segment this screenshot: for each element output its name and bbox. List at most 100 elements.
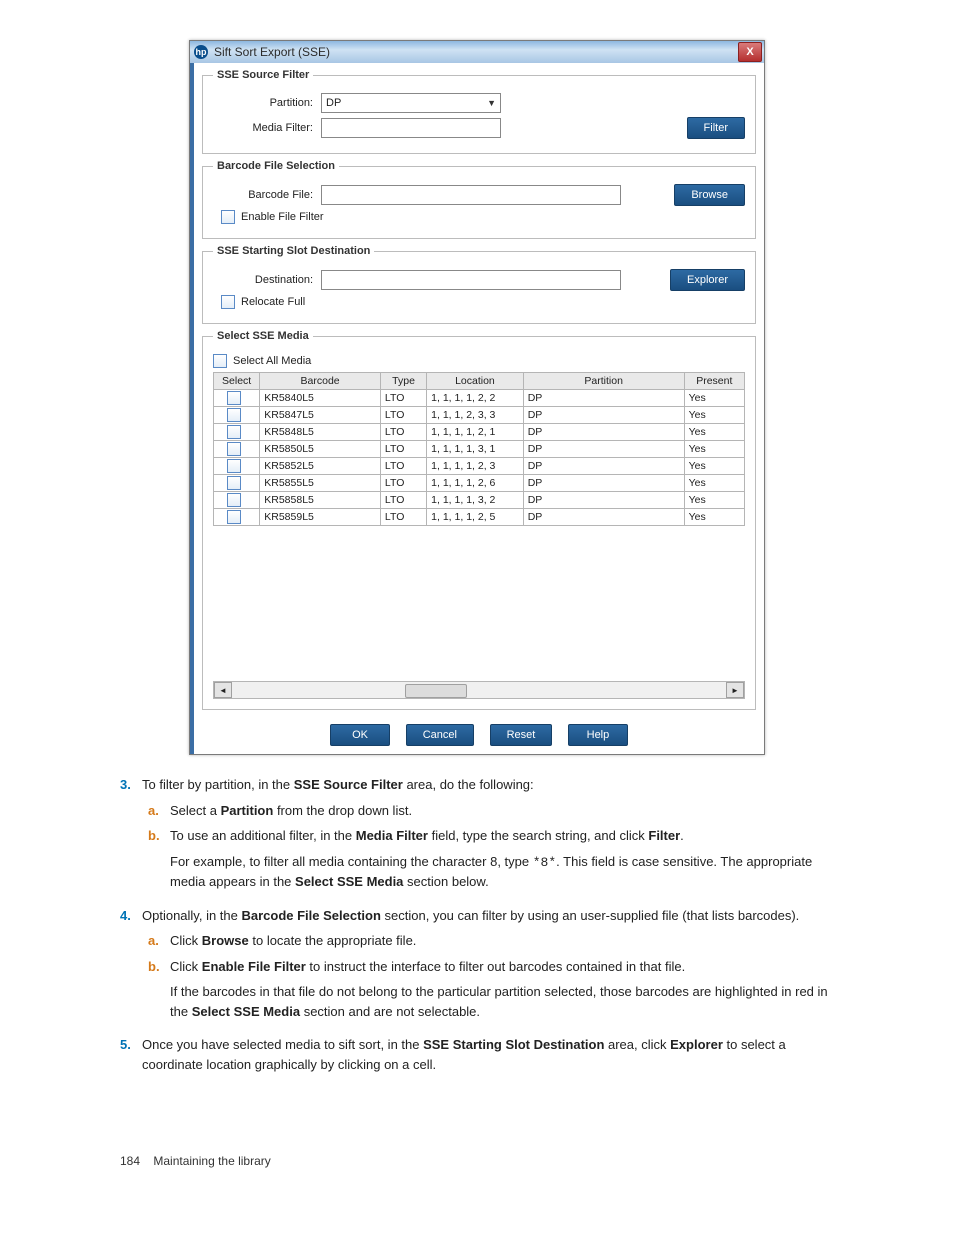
row-checkbox[interactable] (227, 408, 241, 422)
cell-type: LTO (380, 424, 426, 441)
barcode-file-input[interactable] (321, 185, 621, 205)
cancel-button[interactable]: Cancel (406, 724, 474, 746)
cell-present: Yes (684, 407, 744, 424)
cell-location: 1, 1, 1, 1, 2, 2 (427, 390, 524, 407)
destination-input[interactable] (321, 270, 621, 290)
cell-partition: DP (523, 407, 684, 424)
select-all-media-checkbox[interactable] (213, 354, 227, 368)
reset-button[interactable]: Reset (490, 724, 553, 746)
cell-type: LTO (380, 458, 426, 475)
scroll-track[interactable] (232, 683, 726, 697)
help-button[interactable]: Help (568, 724, 628, 746)
cell-present: Yes (684, 509, 744, 526)
section-title: Maintaining the library (153, 1154, 270, 1168)
page-number: 184 (120, 1154, 140, 1168)
enable-file-filter-checkbox[interactable] (221, 210, 235, 224)
window-title: Sift Sort Export (SSE) (214, 45, 330, 59)
cell-location: 1, 1, 1, 1, 2, 1 (427, 424, 524, 441)
dialog-body: SSE Source Filter Partition: DP ▼ Media … (190, 63, 764, 754)
cell-partition: DP (523, 424, 684, 441)
cell-barcode: KR5858L5 (260, 492, 381, 509)
partition-label: Partition: (213, 97, 321, 109)
table-row[interactable]: KR5859L5LTO1, 1, 1, 1, 2, 5DPYes (214, 509, 745, 526)
table-row[interactable]: KR5855L5LTO1, 1, 1, 1, 2, 6DPYes (214, 475, 745, 492)
cell-type: LTO (380, 390, 426, 407)
close-button[interactable]: X (738, 42, 762, 62)
table-row[interactable]: KR5840L5LTO1, 1, 1, 1, 2, 2DPYes (214, 390, 745, 407)
cell-location: 1, 1, 1, 1, 3, 1 (427, 441, 524, 458)
cell-barcode: KR5850L5 (260, 441, 381, 458)
cell-location: 1, 1, 1, 1, 2, 6 (427, 475, 524, 492)
table-row[interactable]: KR5847L5LTO1, 1, 1, 2, 3, 3DPYes (214, 407, 745, 424)
cell-present: Yes (684, 441, 744, 458)
step-3a: Select a Partition from the drop down li… (170, 801, 834, 821)
barcode-file-legend: Barcode File Selection (213, 160, 339, 172)
col-barcode[interactable]: Barcode (260, 373, 381, 390)
cell-partition: DP (523, 492, 684, 509)
filter-button[interactable]: Filter (687, 117, 745, 139)
dialog-button-row: OK Cancel Reset Help (202, 716, 756, 746)
cell-partition: DP (523, 509, 684, 526)
ok-button[interactable]: OK (330, 724, 390, 746)
table-row[interactable]: KR5848L5LTO1, 1, 1, 1, 2, 1DPYes (214, 424, 745, 441)
instruction-list: To filter by partition, in the SSE Sourc… (120, 775, 834, 1074)
col-select[interactable]: Select (214, 373, 260, 390)
cell-present: Yes (684, 492, 744, 509)
row-checkbox[interactable] (227, 510, 241, 524)
chevron-down-icon: ▼ (487, 98, 496, 108)
sse-starting-slot-group: SSE Starting Slot Destination Destinatio… (202, 245, 756, 324)
cell-type: LTO (380, 407, 426, 424)
cell-location: 1, 1, 1, 1, 3, 2 (427, 492, 524, 509)
row-checkbox[interactable] (227, 493, 241, 507)
table-row[interactable]: KR5852L5LTO1, 1, 1, 1, 2, 3DPYes (214, 458, 745, 475)
cell-partition: DP (523, 441, 684, 458)
col-location[interactable]: Location (427, 373, 524, 390)
cell-present: Yes (684, 475, 744, 492)
browse-button[interactable]: Browse (674, 184, 745, 206)
cell-barcode: KR5852L5 (260, 458, 381, 475)
row-checkbox[interactable] (227, 459, 241, 473)
cell-present: Yes (684, 458, 744, 475)
scroll-right-icon[interactable]: ► (726, 682, 744, 698)
cell-partition: DP (523, 458, 684, 475)
media-table-header-row: Select Barcode Type Location Partition P… (214, 373, 745, 390)
step-3: To filter by partition, in the SSE Sourc… (142, 775, 834, 892)
cell-present: Yes (684, 424, 744, 441)
step-3b: To use an additional filter, in the Medi… (170, 826, 834, 892)
sse-starting-slot-legend: SSE Starting Slot Destination (213, 245, 374, 257)
title-bar: hp Sift Sort Export (SSE) X (190, 41, 764, 63)
col-present[interactable]: Present (684, 373, 744, 390)
explorer-button[interactable]: Explorer (670, 269, 745, 291)
row-checkbox[interactable] (227, 425, 241, 439)
step-4b: Click Enable File Filter to instruct the… (170, 957, 834, 1022)
cell-location: 1, 1, 1, 2, 3, 3 (427, 407, 524, 424)
col-type[interactable]: Type (380, 373, 426, 390)
media-table-container: Select Barcode Type Location Partition P… (213, 372, 745, 682)
scroll-thumb[interactable] (405, 684, 467, 698)
row-checkbox[interactable] (227, 476, 241, 490)
scroll-left-icon[interactable]: ◄ (214, 682, 232, 698)
page-footer: 184 Maintaining the library (120, 1154, 834, 1168)
cell-present: Yes (684, 390, 744, 407)
cell-barcode: KR5848L5 (260, 424, 381, 441)
partition-dropdown[interactable]: DP ▼ (321, 93, 501, 113)
cell-type: LTO (380, 475, 426, 492)
enable-file-filter-label: Enable File Filter (241, 211, 324, 223)
barcode-file-selection-group: Barcode File Selection Barcode File: Bro… (202, 160, 756, 239)
cell-type: LTO (380, 509, 426, 526)
relocate-full-label: Relocate Full (241, 296, 305, 308)
table-row[interactable]: KR5858L5LTO1, 1, 1, 1, 3, 2DPYes (214, 492, 745, 509)
cell-barcode: KR5859L5 (260, 509, 381, 526)
hp-logo-icon: hp (194, 45, 208, 59)
cell-barcode: KR5847L5 (260, 407, 381, 424)
horizontal-scrollbar[interactable]: ◄ ► (213, 681, 745, 699)
barcode-file-label: Barcode File: (213, 189, 321, 201)
select-sse-media-group: Select SSE Media Select All Media Select… (202, 330, 756, 710)
sse-dialog: hp Sift Sort Export (SSE) X SSE Source F… (189, 40, 765, 755)
col-partition[interactable]: Partition (523, 373, 684, 390)
relocate-full-checkbox[interactable] (221, 295, 235, 309)
media-filter-input[interactable] (321, 118, 501, 138)
table-row[interactable]: KR5850L5LTO1, 1, 1, 1, 3, 1DPYes (214, 441, 745, 458)
row-checkbox[interactable] (227, 442, 241, 456)
row-checkbox[interactable] (227, 391, 241, 405)
